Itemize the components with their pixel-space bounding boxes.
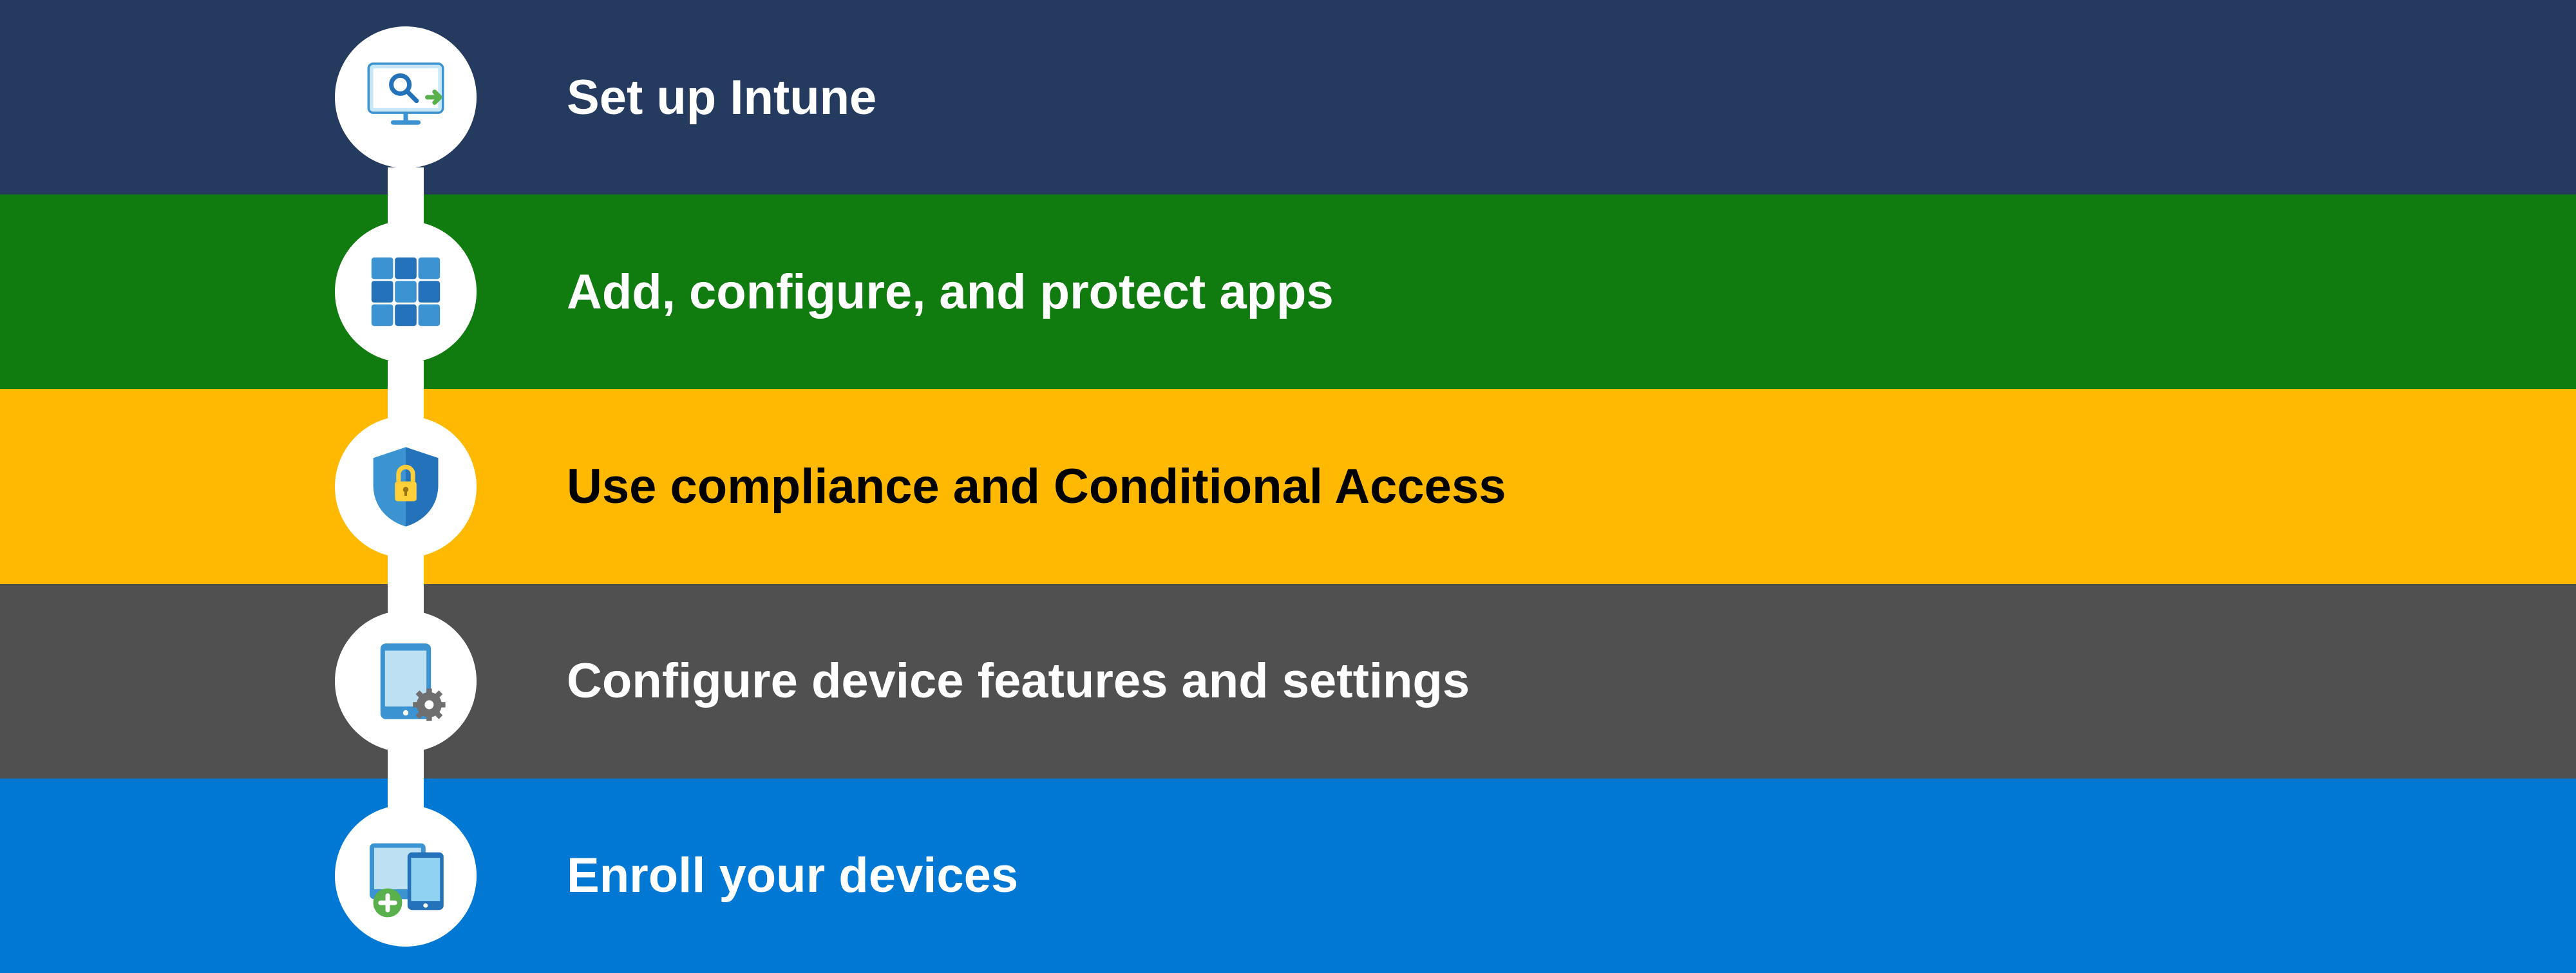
step-label-1: Set up Intune xyxy=(567,70,876,126)
icon-circle-5 xyxy=(335,805,477,947)
tablet-gear-icon xyxy=(361,636,451,726)
step-label-5: Enroll your devices xyxy=(567,847,1018,903)
step-row-compliance: Use compliance and Conditional Access xyxy=(0,389,2576,583)
intune-steps-diagram: Set up Intune Add, configure, and protec… xyxy=(0,0,2576,973)
step-row-enroll: Enroll your devices xyxy=(0,779,2576,973)
step-row-configure: Configure device features and settings xyxy=(0,584,2576,779)
step-label-4: Configure device features and settings xyxy=(567,653,1470,709)
icon-circle-4 xyxy=(335,610,477,752)
devices-add-icon xyxy=(361,831,451,921)
step-label-2: Add, configure, and protect apps xyxy=(567,264,1334,320)
apps-grid-icon xyxy=(361,247,451,337)
step-row-apps: Add, configure, and protect apps xyxy=(0,194,2576,389)
icon-circle-1 xyxy=(335,26,477,168)
icon-circle-3 xyxy=(335,416,477,558)
step-row-setup: Set up Intune xyxy=(0,0,2576,194)
shield-lock-icon xyxy=(361,442,451,532)
icon-circle-2 xyxy=(335,221,477,363)
step-label-3: Use compliance and Conditional Access xyxy=(567,458,1506,515)
monitor-setup-icon xyxy=(361,52,451,142)
